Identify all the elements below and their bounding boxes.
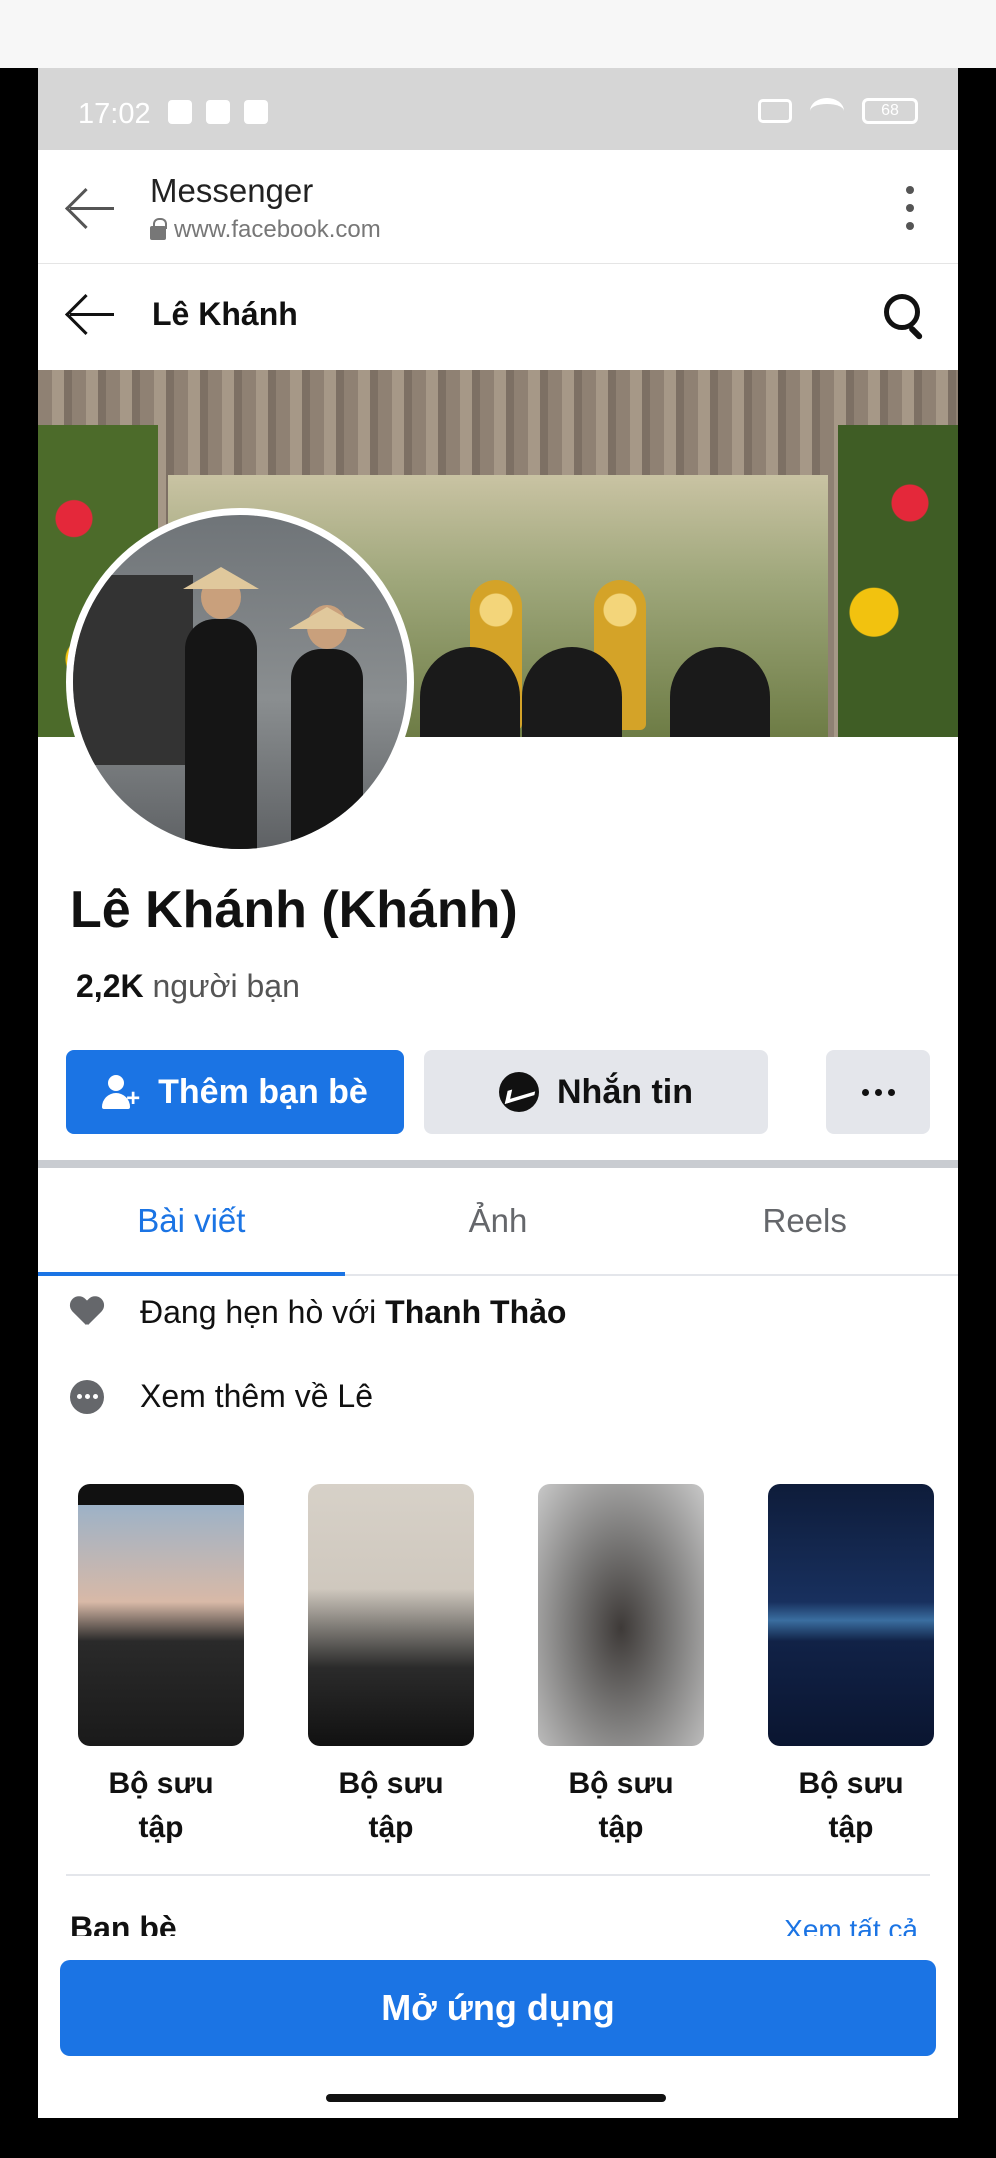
collection-thumbnail bbox=[308, 1484, 474, 1746]
search-icon[interactable] bbox=[884, 294, 928, 338]
collection-item[interactable]: Bộ sưu tập bbox=[308, 1484, 474, 1850]
collection-item[interactable]: Bộ sưu tập bbox=[768, 1484, 934, 1850]
friends-count-label: người bạn bbox=[143, 968, 300, 1004]
avatar-figure bbox=[291, 605, 363, 849]
person-silhouette bbox=[522, 647, 622, 737]
profile-header: Lê Khánh bbox=[38, 264, 958, 368]
back-icon[interactable] bbox=[66, 294, 118, 334]
add-friend-label: Thêm bạn bè bbox=[158, 1072, 368, 1111]
friends-count[interactable]: 2,2K người bạn bbox=[76, 968, 300, 1005]
tab-posts[interactable]: Bài viết bbox=[38, 1168, 345, 1276]
notification-icon bbox=[206, 100, 230, 124]
relationship-row: Đang hẹn hò với Thanh Thảo bbox=[70, 1294, 566, 1331]
collection-label: Bộ sưu tập bbox=[798, 1767, 904, 1844]
person-silhouette bbox=[670, 647, 770, 737]
url-text: www.facebook.com bbox=[174, 216, 381, 243]
screen-top-margin bbox=[0, 0, 996, 68]
header-title: Lê Khánh bbox=[152, 296, 298, 332]
avatar-hat bbox=[289, 607, 365, 629]
message-label: Nhắn tin bbox=[557, 1072, 693, 1111]
avatar-figure bbox=[185, 575, 257, 849]
avatar-photo bbox=[73, 515, 407, 849]
collection-label: Bộ sưu tập bbox=[568, 1767, 674, 1844]
browser-title: Messenger bbox=[150, 172, 314, 209]
see-more-about-label: Xem thêm về Lê bbox=[140, 1378, 373, 1414]
wifi-icon bbox=[810, 98, 844, 124]
open-app-button[interactable]: Mở ứng dụng bbox=[60, 1960, 936, 2056]
collection-label: Bộ sưu tập bbox=[338, 1767, 444, 1844]
battery-icon: 68 bbox=[862, 98, 918, 124]
messenger-icon bbox=[499, 1072, 539, 1112]
browser-toolbar: Messenger www.facebook.com bbox=[38, 150, 958, 264]
status-time: 17:02 bbox=[78, 98, 151, 130]
person-silhouette bbox=[420, 647, 520, 737]
divider bbox=[66, 1874, 930, 1876]
see-more-about-row[interactable]: Xem thêm về Lê bbox=[70, 1378, 373, 1415]
home-indicator[interactable] bbox=[326, 2094, 666, 2102]
more-horizontal-icon bbox=[70, 1379, 104, 1414]
featured-collections: Bộ sưu tập Bộ sưu tập Bộ sưu tập Bộ sưu tập bbox=[78, 1484, 938, 1844]
relationship-label: Đang hẹn hò với bbox=[140, 1294, 386, 1330]
collection-thumbnail bbox=[78, 1484, 244, 1746]
browser-back-icon[interactable] bbox=[66, 188, 118, 228]
upload-icon bbox=[244, 100, 268, 124]
friends-count-number: 2,2K bbox=[76, 968, 144, 1004]
section-divider bbox=[38, 1160, 958, 1168]
collection-thumbnail bbox=[768, 1484, 934, 1746]
collection-label: Bộ sưu tập bbox=[108, 1767, 214, 1844]
add-friend-icon: + bbox=[102, 1075, 140, 1111]
message-button[interactable]: Nhắn tin bbox=[424, 1050, 768, 1134]
collection-item[interactable]: Bộ sưu tập bbox=[538, 1484, 704, 1850]
notification-icon bbox=[168, 100, 192, 124]
more-options-button[interactable] bbox=[826, 1050, 930, 1134]
browser-url[interactable]: www.facebook.com bbox=[150, 216, 381, 244]
add-friend-button[interactable]: + Thêm bạn bè bbox=[66, 1050, 404, 1134]
avatar-monitor bbox=[73, 575, 193, 765]
flowers-right bbox=[838, 425, 958, 737]
tab-photos[interactable]: Ảnh bbox=[345, 1168, 652, 1274]
avatar-hat bbox=[183, 567, 259, 589]
collection-item[interactable]: Bộ sưu tập bbox=[78, 1484, 244, 1850]
more-icon bbox=[861, 1088, 895, 1096]
collection-thumbnail bbox=[538, 1484, 704, 1746]
status-bar: 17:02 68 bbox=[38, 68, 958, 150]
tab-reels[interactable]: Reels bbox=[651, 1168, 958, 1274]
phone-screen: 17:02 68 Messenger www.facebook.com Lê K… bbox=[38, 68, 958, 2118]
browser-menu-icon[interactable] bbox=[906, 186, 914, 230]
profile-tabs: Bài viết Ảnh Reels bbox=[38, 1168, 958, 1276]
heart-icon bbox=[70, 1297, 104, 1329]
sim-icon bbox=[758, 99, 792, 123]
profile-avatar[interactable] bbox=[66, 508, 414, 856]
profile-name: Lê Khánh (Khánh) bbox=[70, 881, 518, 939]
status-icons: 68 bbox=[758, 98, 918, 124]
lock-icon bbox=[150, 218, 167, 240]
relationship-partner[interactable]: Thanh Thảo bbox=[385, 1294, 566, 1331]
